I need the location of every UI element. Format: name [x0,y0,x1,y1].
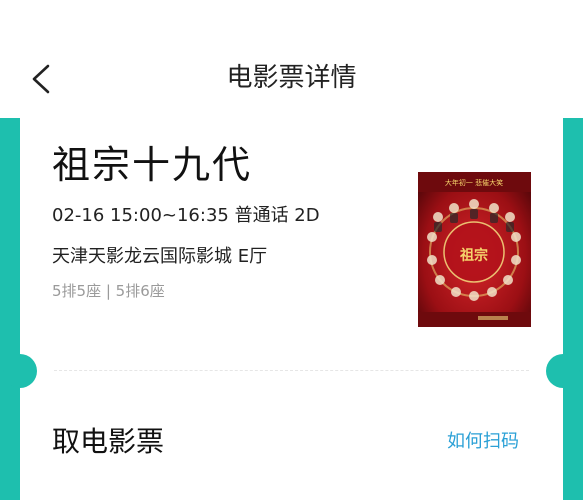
seat-info: 5排5座 | 5排6座 [52,282,165,300]
cinema-hall: 天津天影龙云国际影城 E厅 [52,246,268,267]
movie-poster-art: 祖宗 大年初一 悲催大笑 [418,172,531,327]
poster-logo: 祖宗 [459,247,488,264]
movie-title: 祖宗十九代 [52,143,253,187]
ticket-notch-left [3,354,37,388]
page-title: 电影票详情 [226,63,357,93]
ticket-notch-right [546,354,580,388]
showtime-info: 02-16 15:00~16:35 普通话 2D [52,205,320,226]
movie-poster[interactable]: 祖宗 大年初一 悲催大笑 [418,172,531,327]
nav-header: 电影票详情 [0,0,583,119]
ticket-divider [54,370,529,371]
poster-tagline: 大年初一 悲催大笑 [445,178,503,187]
pickup-title: 取电影票 [52,425,165,458]
how-to-scan-link[interactable]: 如何扫码 [447,430,519,454]
